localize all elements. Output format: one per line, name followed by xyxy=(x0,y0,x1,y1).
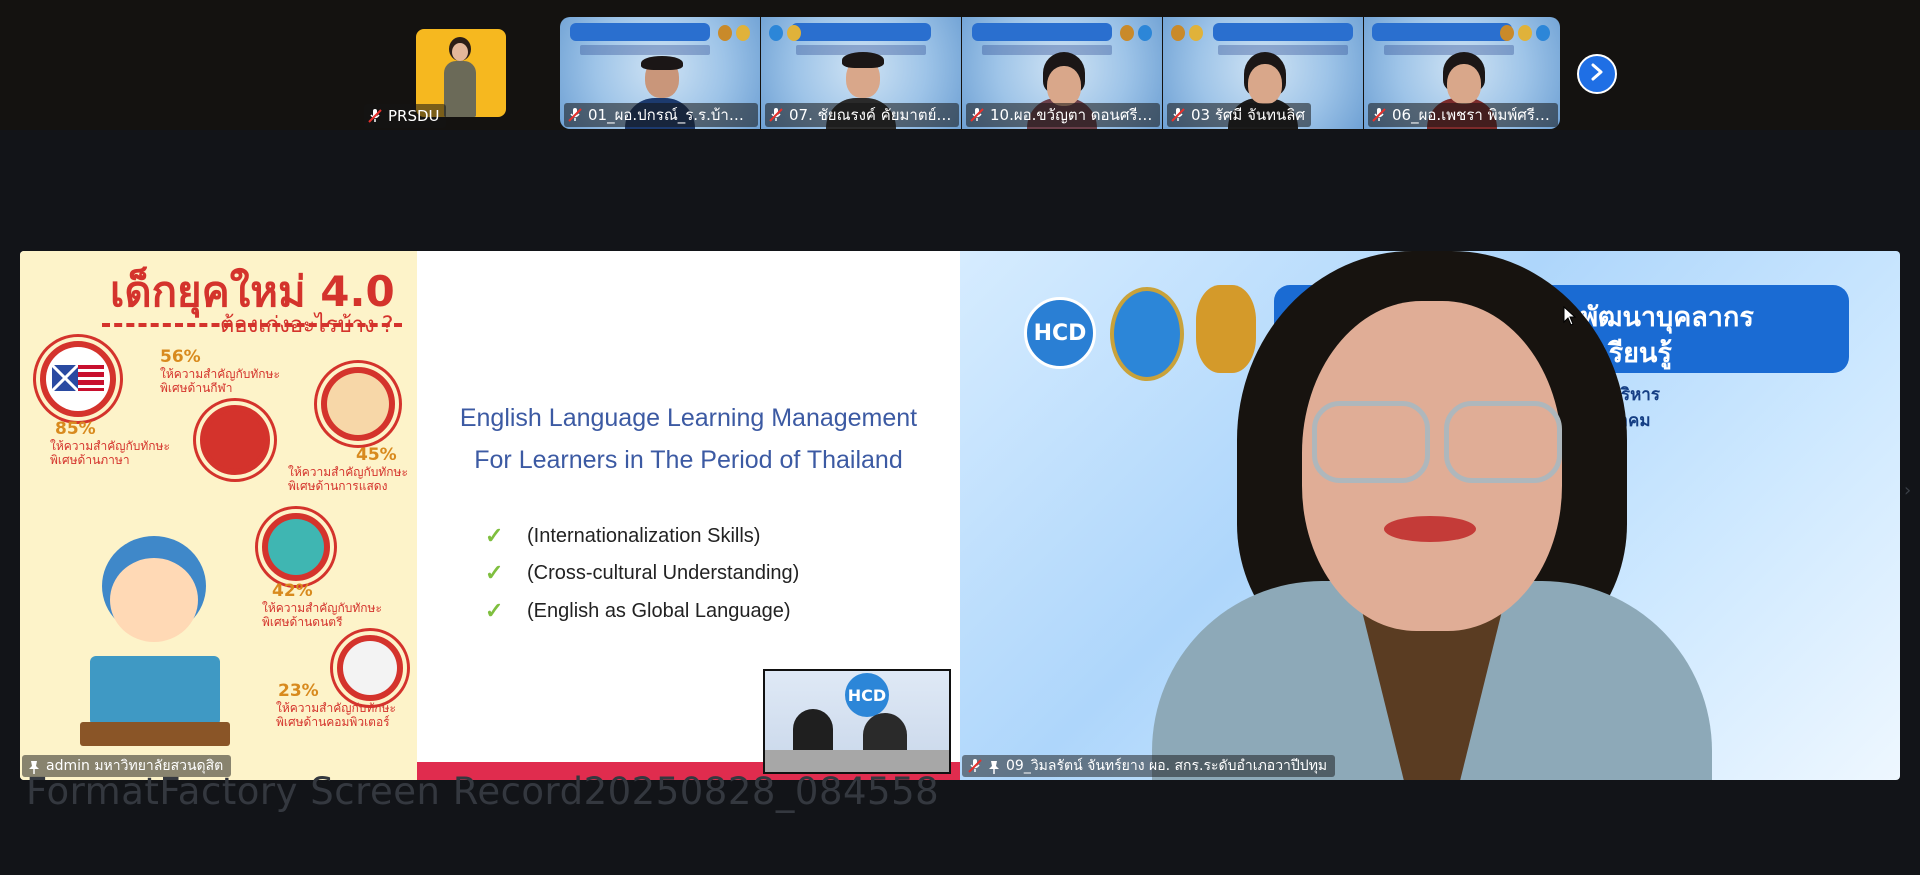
self-tile-label: PRSDU xyxy=(364,104,446,128)
speaker-label: 09_วิมลรัตน์ จันทร์ยาง ผอ. สกร.ระดับอำเภ… xyxy=(962,755,1336,777)
self-video-tile[interactable]: PRSDU xyxy=(364,18,508,130)
chevron-right-icon xyxy=(1590,63,1604,85)
check-icon: ✓ xyxy=(485,560,504,585)
participant-label: 07. ชัยณรงค์ คัยมาตย์ วิท... xyxy=(765,103,959,127)
sports-circle xyxy=(196,401,274,479)
participant-name: 07. ชัยณรงค์ คัยมาตย์ วิท... xyxy=(789,106,953,124)
slide-title-line2: For Learners in The Period of Thailand xyxy=(474,446,903,474)
presenter-pip-video[interactable]: HCD xyxy=(763,669,951,774)
stat-desc: ให้ความสำคัญกับทักษะ พิเศษด้านกีฬา xyxy=(160,367,280,395)
mic-muted-icon xyxy=(1171,107,1185,123)
pin-icon xyxy=(988,759,1000,774)
participant-label: 10.ผอ.ขวัญตา ดอนศรีจัน... xyxy=(966,103,1160,127)
mic-muted-icon xyxy=(368,108,382,124)
participant-name: 01_ผอ.ปกรณ์_ร.ร.บ้านสว่า xyxy=(588,106,752,124)
participant-tile[interactable]: 01_ผอ.ปกรณ์_ร.ร.บ้านสว่า xyxy=(560,17,760,129)
active-speaker-video[interactable]: HCD โครงการพัฒนาบุคลากร การจัดการเรียนรู… xyxy=(960,251,1900,780)
stat-desc: ให้ความสำคัญกับทักษะ พิเศษด้านดนตรี xyxy=(262,601,382,629)
stat-desc: ให้ความสำคัญกับทักษะ พิเศษด้านภาษา xyxy=(50,439,170,467)
mic-muted-icon xyxy=(568,107,582,123)
participant-name: 10.ผอ.ขวัญตา ดอนศรีจัน... xyxy=(990,106,1154,124)
slide-bullet: ✓ (Cross-cultural Understanding) xyxy=(485,560,800,585)
recording-watermark: FormatFactory Screen Record20250828_0845… xyxy=(26,770,940,813)
participant-tile[interactable]: 10.ผอ.ขวัญตา ดอนศรีจัน... xyxy=(962,17,1162,129)
check-icon: ✓ xyxy=(485,598,504,623)
mouse-cursor-icon xyxy=(1563,305,1577,330)
participant-name: 03 รัศมี จันทนลิศ xyxy=(1191,106,1305,124)
next-page-button[interactable] xyxy=(1577,54,1617,94)
stat-percent: 56% xyxy=(160,347,201,367)
acting-circle xyxy=(317,363,399,445)
participant-tile[interactable]: 03 รัศมี จันทนลิศ xyxy=(1163,17,1363,129)
stat-percent: 23% xyxy=(278,681,319,701)
mic-muted-icon xyxy=(1372,107,1386,123)
participant-label: 01_ผอ.ปกรณ์_ร.ร.บ้านสว่า xyxy=(564,103,758,127)
mic-muted-icon xyxy=(970,107,984,123)
language-circle xyxy=(36,337,120,421)
stat-percent: 42% xyxy=(272,581,313,601)
chevron-right-icon[interactable]: › xyxy=(1904,480,1911,501)
slide-bullet: ✓ (Internationalization Skills) xyxy=(485,523,761,548)
speaker-video xyxy=(1152,251,1712,780)
stat-percent: 85% xyxy=(55,419,96,439)
divider xyxy=(102,323,402,327)
flag-icon xyxy=(50,363,104,393)
mic-muted-icon xyxy=(769,107,783,123)
computer-circle xyxy=(333,631,407,705)
self-tile-name: PRSDU xyxy=(388,107,440,125)
slide-bullet: ✓ (English as Global Language) xyxy=(485,598,791,623)
participant-label: 03 รัศมี จันทนลิศ xyxy=(1167,103,1311,127)
participant-tile[interactable]: 06_ผอ.เพชรา พิมพ์ศรี ร.ร... xyxy=(1364,17,1560,129)
stat-percent: 45% xyxy=(356,445,397,465)
participant-label: 06_ผอ.เพชรา พิมพ์ศรี ร.ร... xyxy=(1368,103,1558,127)
music-circle xyxy=(258,509,334,585)
stat-desc: ให้ความสำคัญกับทักษะ พิเศษด้านคอมพิวเตอร์ xyxy=(276,701,396,729)
speaker-name: 09_วิมลรัตน์ จันทร์ยาง ผอ. สกร.ระดับอำเภ… xyxy=(1006,758,1328,774)
check-icon: ✓ xyxy=(485,523,504,548)
slide-title-line1: English Language Learning Management xyxy=(459,404,918,432)
participant-tile[interactable]: 07. ชัยณรงค์ คัยมาตย์ วิท... xyxy=(761,17,961,129)
participant-name: 06_ผอ.เพชรา พิมพ์ศรี ร.ร... xyxy=(1392,106,1552,124)
infographic: เด็กยุคใหม่ 4.0 ต้องเก่งอะไรบ้าง ? 56% ใ… xyxy=(20,251,417,780)
mic-muted-icon xyxy=(968,758,982,774)
child-reading-illustration xyxy=(70,536,240,746)
stat-desc: ให้ความสำคัญกับทักษะ พิเศษด้านการแสดง xyxy=(288,465,408,493)
hcd-logo: HCD xyxy=(1024,297,1096,369)
hcd-logo: HCD xyxy=(845,673,889,717)
